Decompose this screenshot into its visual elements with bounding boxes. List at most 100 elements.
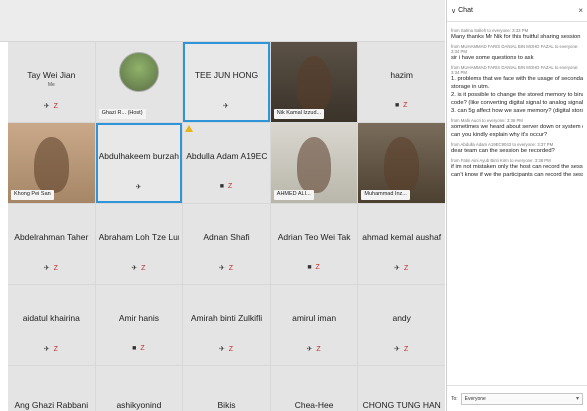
participant-name: Adnan Shafi [203, 232, 250, 242]
chat-title: Chat [458, 7, 473, 14]
chat-message: from Fatin Aini Ayub Binti Kirm to every… [451, 158, 583, 179]
participant-name: Abdulla Adam A19EC9043 [186, 151, 267, 161]
chat-message-meta: from MUHAMMAD FARIS DANIAL BIN MOHD FAZA… [451, 65, 579, 75]
close-icon[interactable]: × [578, 6, 583, 15]
chevron-down-icon[interactable]: ∨ [451, 7, 456, 15]
participant-status-icons: ✈ Z [358, 345, 445, 353]
participant-silhouette [384, 137, 419, 194]
chat-message: from MUHAMMAD FARIS DANIAL BIN MOHD FAZA… [451, 65, 583, 115]
mic-icon: ✈ [218, 346, 226, 353]
chat-message-text: can you kindly explain why it's occur? [451, 132, 548, 138]
participant-tile[interactable]: hazim ■ Z [358, 42, 445, 122]
participant-label: Khong Pei San [11, 190, 54, 200]
mic-icon: ✈ [218, 265, 226, 272]
participant-name: CHONG TUNG HAN [362, 400, 441, 410]
camera-icon: ■ [132, 345, 138, 352]
mic-icon: ✈ [135, 184, 143, 191]
participant-status-icons: ■ Z [271, 264, 358, 271]
participant-tile[interactable]: Adnan Shafi ✈ Z [183, 204, 270, 284]
chat-message: from Mahi Aucri to everyone: 3:36 PM some… [451, 118, 583, 139]
muted-mic-icon: Z [53, 265, 59, 272]
chat-message-text: code? (like converting digital signal to… [451, 100, 583, 106]
participant-name: hazim [390, 70, 414, 80]
recipient-select[interactable]: Everyone ▾ [460, 392, 583, 405]
participant-tile[interactable]: Abraham Loh Tze Lung ✈ Z [95, 204, 183, 284]
participant-name: ashikyonind [116, 400, 162, 410]
participant-tile[interactable]: Amir hanis ■ Z [95, 285, 183, 365]
chat-footer: To: Everyone ▾ [447, 385, 587, 411]
participant-tile[interactable]: Ang Ghazi Rabbani [8, 366, 95, 411]
participant-status-icons: ✈ Z [8, 102, 95, 110]
participant-name: Ang Ghazi Rabbani [14, 400, 89, 410]
mic-icon: ✈ [394, 346, 401, 353]
to-label: To: [451, 395, 458, 402]
muted-mic-icon: Z [316, 346, 322, 353]
camera-icon: ■ [219, 183, 225, 190]
muted-mic-icon: Z [141, 265, 147, 272]
participant-subtitle: Me [47, 82, 55, 88]
participant-tile[interactable]: Muhammad Inz... [358, 123, 445, 203]
participant-status-icons: ✈ Z [183, 345, 270, 353]
participant-tile[interactable]: Chea-Hee [270, 366, 358, 411]
participant-status-icons: ■ Z [358, 102, 445, 109]
participant-tile[interactable]: Ghazi R... (Host) [95, 42, 183, 122]
participant-name: Amirah binti Zulkifli [190, 313, 263, 323]
participant-tile[interactable]: Abdelrahman Taher ✈ Z [8, 204, 95, 284]
chat-message: from Abdulla Adam A19EC9043 to everyone:… [451, 142, 583, 155]
chat-message-text: sometimes we heard about server down or … [451, 124, 583, 130]
camera-icon: ■ [307, 264, 313, 271]
participant-tile[interactable]: ashikyonind [95, 366, 183, 411]
muted-mic-icon: Z [403, 346, 410, 353]
mic-icon: ✈ [43, 265, 51, 272]
chat-message: from MUHAMMAD FARIS DANIAL BIN MOHD FAZA… [451, 44, 583, 62]
participant-name: Adrian Teo Wei Tak [277, 232, 351, 242]
chat-message-text: dear team can the session be recorded? [451, 148, 555, 154]
muted-mic-icon: Z [228, 346, 235, 353]
warning-icon [185, 125, 194, 132]
camera-icon: ■ [394, 102, 401, 109]
chat-message-text: 3. can 5g affect how we save memory? (di… [451, 108, 583, 114]
participant-name: Bikis [217, 400, 236, 410]
participant-tile[interactable]: aidatul khairina ✈ Z [8, 285, 95, 365]
chat-message-text: sir i have some questions to ask [451, 55, 534, 61]
participant-silhouette [296, 137, 332, 194]
participant-tile[interactable]: Abdulhakeem burzah u... ✈ [95, 123, 183, 203]
participant-name: Amir hanis [118, 313, 159, 323]
participant-tile[interactable]: Amirah binti Zulkifli ✈ Z [183, 285, 270, 365]
mic-icon: ✈ [394, 265, 401, 272]
participant-label: Nik Kamal Izzud... [273, 109, 325, 119]
participant-tile[interactable]: Abdulla Adam A19EC9043 ■ Z [183, 123, 270, 203]
participant-status-icons: ✈ Z [183, 264, 270, 272]
participant-name: ahmad kemal aushaf [362, 232, 442, 242]
chat-message-text: can't know if we the participants can re… [451, 172, 583, 178]
participant-name: Abdulhakeem burzah u... [98, 151, 180, 161]
participant-tile[interactable]: andy ✈ Z [358, 285, 445, 365]
participant-tile[interactable]: Tay Wei Jian Me ✈ Z [8, 42, 95, 122]
participant-status-icons: ✈ Z [271, 345, 358, 353]
participant-grid: Tay Wei Jian Me ✈ Z Ghazi R... (Host) TEE JU… [8, 42, 445, 411]
chat-message: from Salma Salleh to everyone: 3:33 PM Ma… [451, 28, 583, 41]
participant-tile[interactable]: amirul iman ✈ Z [270, 285, 358, 365]
participant-status-icons: ✈ Z [358, 264, 445, 272]
participant-silhouette [296, 56, 332, 113]
participant-tile[interactable]: TEE JUN HONG ✈ [183, 42, 270, 122]
mic-icon: ✈ [43, 346, 51, 353]
chat-header: ∨ Chat × [447, 0, 587, 22]
participant-name: Chea-Hee [294, 400, 334, 410]
participant-tile[interactable]: ahmad kemal aushaf ✈ Z [358, 204, 445, 284]
participant-tile[interactable]: CHONG TUNG HAN [358, 366, 445, 411]
participant-name: aidatul khairina [22, 313, 80, 323]
participant-label: Ghazi R... (Host) [98, 109, 146, 119]
participant-tile[interactable]: AHMED ALI... [270, 123, 358, 203]
participant-tile[interactable]: Adrian Teo Wei Tak ■ Z [270, 204, 358, 284]
muted-mic-icon: Z [53, 103, 59, 110]
mic-icon: ✈ [223, 103, 230, 110]
participant-tile[interactable]: Nik Kamal Izzud... [270, 42, 358, 122]
participant-name: amirul iman [292, 313, 337, 323]
participant-status-icons: ✈ Z [8, 264, 95, 272]
chat-message-text: 1. problems that we face with the usage … [451, 76, 583, 82]
chat-message-text: Many thanks Mr Nik for this fruitful sha… [451, 34, 581, 40]
participant-tile[interactable]: Bikis [183, 366, 270, 411]
participant-tile[interactable]: Khong Pei San [8, 123, 95, 203]
muted-mic-icon: Z [315, 264, 321, 271]
